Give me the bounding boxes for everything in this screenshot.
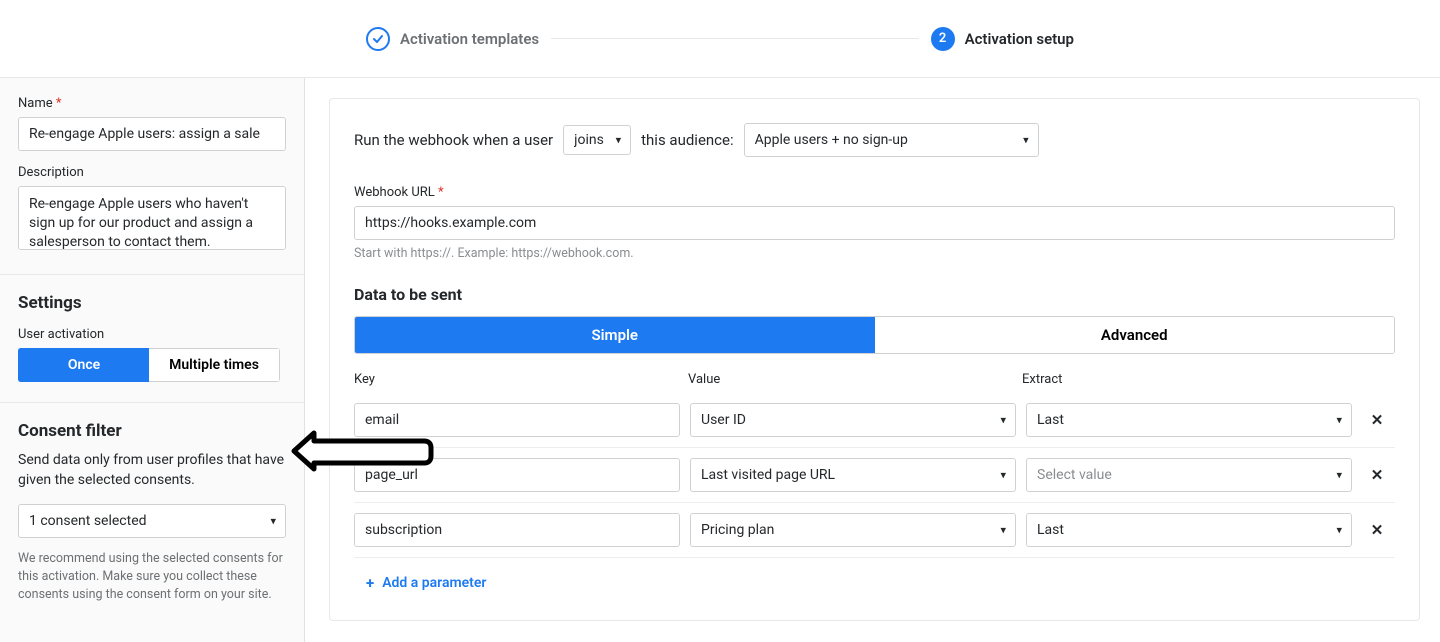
columns-header: Key Value Extract bbox=[354, 372, 1395, 387]
data-row: Last visited page URL ▾ Select value ▾ ✕ bbox=[354, 448, 1395, 503]
trigger-row: Run the webhook when a user joins ▾ this… bbox=[354, 123, 1395, 157]
row-key-input[interactable] bbox=[354, 403, 680, 437]
trigger-prefix: Run the webhook when a user bbox=[354, 131, 553, 149]
row-value-select[interactable]: Last visited page URL bbox=[690, 458, 1016, 492]
remove-row-button[interactable]: ✕ bbox=[1362, 521, 1392, 539]
step-setup-label: Activation setup bbox=[965, 30, 1074, 48]
row-value-select[interactable]: Pricing plan bbox=[690, 513, 1016, 547]
step-templates-label: Activation templates bbox=[400, 30, 539, 48]
webhook-url-label: Webhook URL bbox=[354, 185, 1395, 200]
tab-simple[interactable]: Simple bbox=[355, 317, 875, 353]
main-area: Run the webhook when a user joins ▾ this… bbox=[305, 78, 1440, 642]
add-parameter-label: Add a parameter bbox=[382, 575, 486, 591]
seg-once-button[interactable]: Once bbox=[18, 348, 149, 382]
settings-title: Settings bbox=[18, 293, 286, 313]
check-icon bbox=[366, 27, 390, 51]
row-extract-select[interactable]: Last bbox=[1026, 513, 1352, 547]
tab-advanced[interactable]: Advanced bbox=[875, 317, 1395, 353]
trigger-mid: this audience: bbox=[641, 131, 734, 149]
col-value: Value bbox=[688, 372, 1022, 387]
data-mode-tabs: Simple Advanced bbox=[354, 316, 1395, 354]
sidebar-settings-block: Settings User activation Once Multiple t… bbox=[0, 275, 304, 403]
col-key: Key bbox=[354, 372, 688, 387]
name-input[interactable] bbox=[18, 117, 286, 151]
data-row: User ID ▾ Last ▾ ✕ bbox=[354, 393, 1395, 448]
description-textarea[interactable] bbox=[18, 186, 286, 250]
user-activation-label: User activation bbox=[18, 327, 286, 342]
sidebar: Name Description Settings User activatio… bbox=[0, 78, 305, 642]
sidebar-basic-block: Name Description bbox=[0, 78, 304, 275]
row-key-input[interactable] bbox=[354, 458, 680, 492]
row-extract-select[interactable]: Select value bbox=[1026, 458, 1352, 492]
description-label: Description bbox=[18, 165, 286, 180]
audience-select[interactable]: Apple users + no sign-up bbox=[744, 123, 1039, 157]
data-section-title: Data to be sent bbox=[354, 285, 1395, 304]
main-panel: Run the webhook when a user joins ▾ this… bbox=[329, 98, 1420, 621]
row-extract-select[interactable]: Last bbox=[1026, 403, 1352, 437]
remove-row-button[interactable]: ✕ bbox=[1362, 411, 1392, 429]
consent-note: We recommend using the selected consents… bbox=[18, 550, 286, 604]
add-parameter-button[interactable]: + Add a parameter bbox=[354, 558, 1395, 596]
name-label: Name bbox=[18, 96, 286, 111]
consent-desc: Send data only from user profiles that h… bbox=[18, 451, 286, 490]
webhook-url-help: Start with https://. Example: https://we… bbox=[354, 246, 1395, 261]
row-key-input[interactable] bbox=[354, 513, 680, 547]
stepper: Activation templates 2 Activation setup bbox=[0, 0, 1440, 78]
step-connector bbox=[551, 38, 918, 39]
sidebar-consent-block: Consent filter Send data only from user … bbox=[0, 403, 304, 625]
col-extract: Extract bbox=[1022, 372, 1356, 387]
user-activation-segment: Once Multiple times bbox=[18, 348, 280, 382]
consent-select[interactable]: 1 consent selected bbox=[18, 504, 286, 538]
seg-multiple-button[interactable]: Multiple times bbox=[149, 348, 280, 382]
plus-icon: + bbox=[366, 574, 374, 592]
data-row: Pricing plan ▾ Last ▾ ✕ bbox=[354, 503, 1395, 558]
step-setup[interactable]: 2 Activation setup bbox=[931, 27, 1074, 51]
step-templates[interactable]: Activation templates bbox=[366, 27, 539, 51]
webhook-url-input[interactable] bbox=[354, 206, 1395, 240]
consent-title: Consent filter bbox=[18, 421, 286, 441]
trigger-action-select[interactable]: joins bbox=[563, 125, 631, 155]
remove-row-button[interactable]: ✕ bbox=[1362, 466, 1392, 484]
step-number-icon: 2 bbox=[931, 27, 955, 51]
webhook-url-block: Webhook URL Start with https://. Example… bbox=[354, 185, 1395, 261]
row-value-select[interactable]: User ID bbox=[690, 403, 1016, 437]
